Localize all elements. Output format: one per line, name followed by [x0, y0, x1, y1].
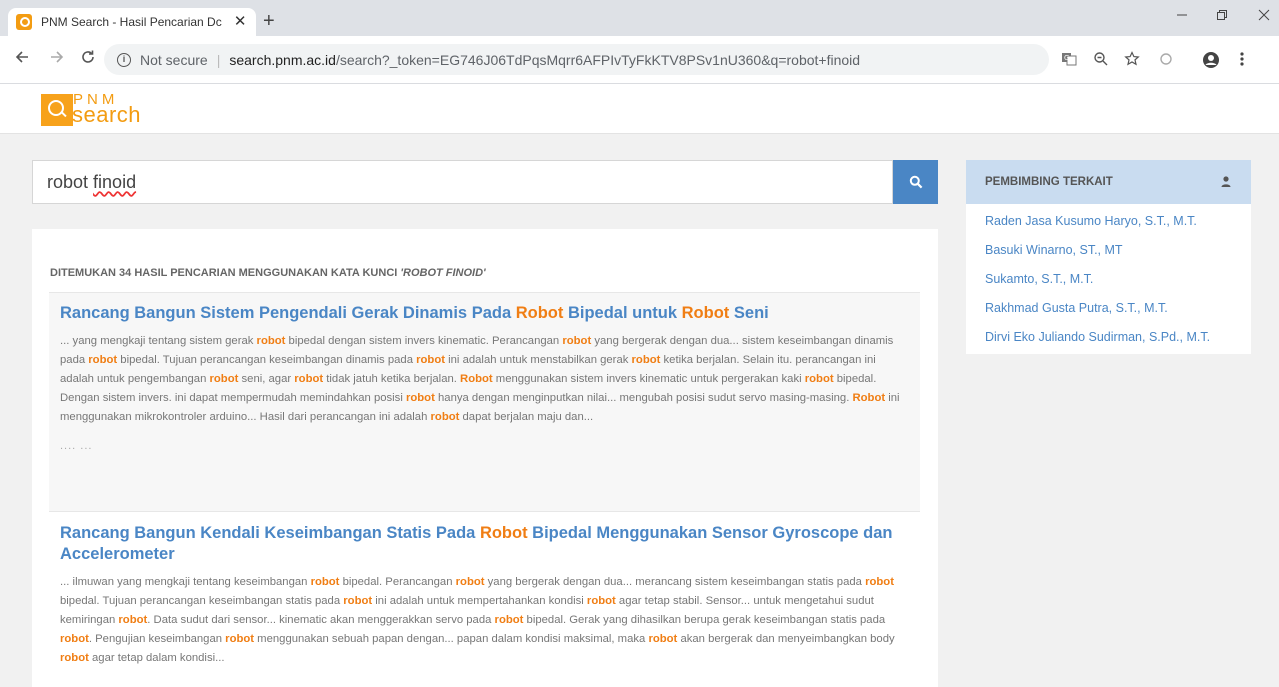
results-container: DITEMUKAN 34 HASIL PENCARIAN MENGGUNAKAN… [32, 229, 938, 687]
query-word-2: finoid [93, 171, 137, 192]
result-snippet: ... yang mengkaji tentang sistem gerak r… [60, 335, 900, 423]
restore-icon[interactable] [1216, 8, 1228, 24]
keyword-highlight: robot [416, 354, 445, 366]
zoom-icon[interactable] [1093, 51, 1109, 72]
translate-icon[interactable]: G [1061, 51, 1077, 72]
query-word-1: robot [47, 171, 89, 192]
supervisor-link[interactable]: Basuki Winarno, ST., MT [966, 236, 1251, 265]
bookmark-star-icon[interactable] [1124, 51, 1140, 72]
new-tab-button[interactable]: + [263, 11, 275, 31]
result-item: Rancang Bangun Sistem Pengendali Gerak D… [49, 292, 920, 512]
result-snippet: ... ilmuwan yang mengkaji tentang keseim… [60, 576, 895, 664]
supervisor-link[interactable]: Sukamto, S.T., M.T. [966, 265, 1251, 294]
back-icon[interactable] [14, 49, 30, 69]
tab-title: PNM Search - Hasil Pencarian Dc [41, 15, 222, 29]
panel-header: PEMBIMBING TERKAIT [966, 160, 1251, 204]
browser-tab-strip: PNM Search - Hasil Pencarian Dc ✕ + [0, 0, 1279, 36]
keyword-highlight: robot [430, 411, 460, 423]
address-bar[interactable]: i Not secure | search.pnm.ac.id /search?… [104, 44, 1049, 75]
keyword-highlight: robot [631, 354, 661, 366]
user-icon [1221, 176, 1231, 187]
site-header: PNM search [0, 84, 1279, 134]
logo-magnifier-icon [41, 94, 73, 126]
result-extra: .... ... [60, 440, 93, 452]
info-icon[interactable]: i [117, 52, 131, 67]
pnm-search-logo[interactable]: PNM search [41, 92, 156, 126]
keyword-highlight: robot [310, 576, 340, 588]
keyword-highlight: robot [60, 633, 89, 645]
supervisor-link[interactable]: Dirvi Eko Juliando Sudirman, S.Pd., M.T. [966, 323, 1251, 352]
browser-tab[interactable]: PNM Search - Hasil Pencarian Dc ✕ [8, 8, 256, 36]
supervisor-link[interactable]: Raden Jasa Kusumo Haryo, S.T., M.T. [966, 207, 1251, 236]
search-icon [909, 175, 922, 189]
keyword-highlight: robot [118, 614, 148, 626]
address-separator: | [216, 51, 221, 68]
keyword-highlight: robot [405, 392, 435, 404]
panel-title: PEMBIMBING TERKAIT [985, 176, 1113, 188]
related-supervisors-panel: PEMBIMBING TERKAIT Raden Jasa Kusumo Har… [966, 160, 1251, 354]
result-item: Rancang Bangun Kendali Keseimbangan Stat… [49, 513, 920, 687]
results-summary: DITEMUKAN 34 HASIL PENCARIAN MENGGUNAKAN… [50, 267, 486, 279]
supervisor-list: Raden Jasa Kusumo Haryo, S.T., M.T. Basu… [966, 204, 1251, 352]
keyword-highlight: robot [60, 652, 89, 664]
site-favicon-icon [16, 14, 32, 30]
svg-text:G: G [1064, 54, 1069, 62]
keyword-highlight: Robot [852, 392, 886, 404]
keyword-highlight: robot [455, 576, 485, 588]
keyword-highlight: robot [88, 354, 118, 366]
search-input[interactable]: robot finoid [32, 160, 893, 204]
keyword-highlight: robot [225, 633, 255, 645]
keyword-highlight: Robot [460, 373, 493, 385]
result-title-link[interactable]: Rancang Bangun Kendali Keseimbangan Stat… [60, 523, 909, 565]
keyword-highlight: Robot [479, 524, 528, 542]
result-title-link[interactable]: Rancang Bangun Sistem Pengendali Gerak D… [60, 303, 909, 324]
url-path: /search?_token=EG746J06TdPqsMqrr6AFPIvTy… [335, 51, 861, 68]
forward-icon[interactable] [49, 49, 65, 69]
keyword-highlight: Robot [681, 304, 730, 322]
keyword-highlight: robot [586, 595, 616, 607]
logo-text-bottom: search [72, 102, 142, 127]
keyword-highlight: robot [562, 335, 592, 347]
search-button[interactable] [893, 160, 938, 204]
security-label: Not secure [140, 51, 208, 68]
supervisor-link[interactable]: Rakhmad Gusta Putra, S.T., M.T. [966, 294, 1251, 323]
minimize-icon[interactable] [1176, 8, 1188, 24]
results-summary-keyword: 'ROBOT FINOID' [400, 267, 486, 279]
keyword-highlight: robot [804, 373, 834, 385]
tab-close-icon[interactable]: ✕ [232, 14, 248, 30]
keyword-highlight: robot [256, 335, 286, 347]
keyword-highlight: robot [865, 576, 894, 588]
results-summary-prefix: DITEMUKAN 34 HASIL PENCARIAN MENGGUNAKAN… [50, 267, 398, 279]
close-window-icon[interactable] [1258, 8, 1270, 24]
keyword-highlight: robot [209, 373, 239, 385]
profile-icon[interactable] [1202, 51, 1220, 74]
keyword-highlight: robot [343, 595, 373, 607]
extension-icon[interactable] [1158, 51, 1174, 72]
keyword-highlight: robot [294, 373, 324, 385]
menu-kebab-icon[interactable] [1239, 51, 1245, 72]
keyword-highlight: robot [494, 614, 524, 626]
keyword-highlight: Robot [515, 304, 564, 322]
url-host: search.pnm.ac.id [229, 51, 336, 68]
keyword-highlight: robot [648, 633, 678, 645]
reload-icon[interactable] [80, 49, 96, 69]
browser-toolbar: i Not secure | search.pnm.ac.id /search?… [0, 36, 1279, 84]
